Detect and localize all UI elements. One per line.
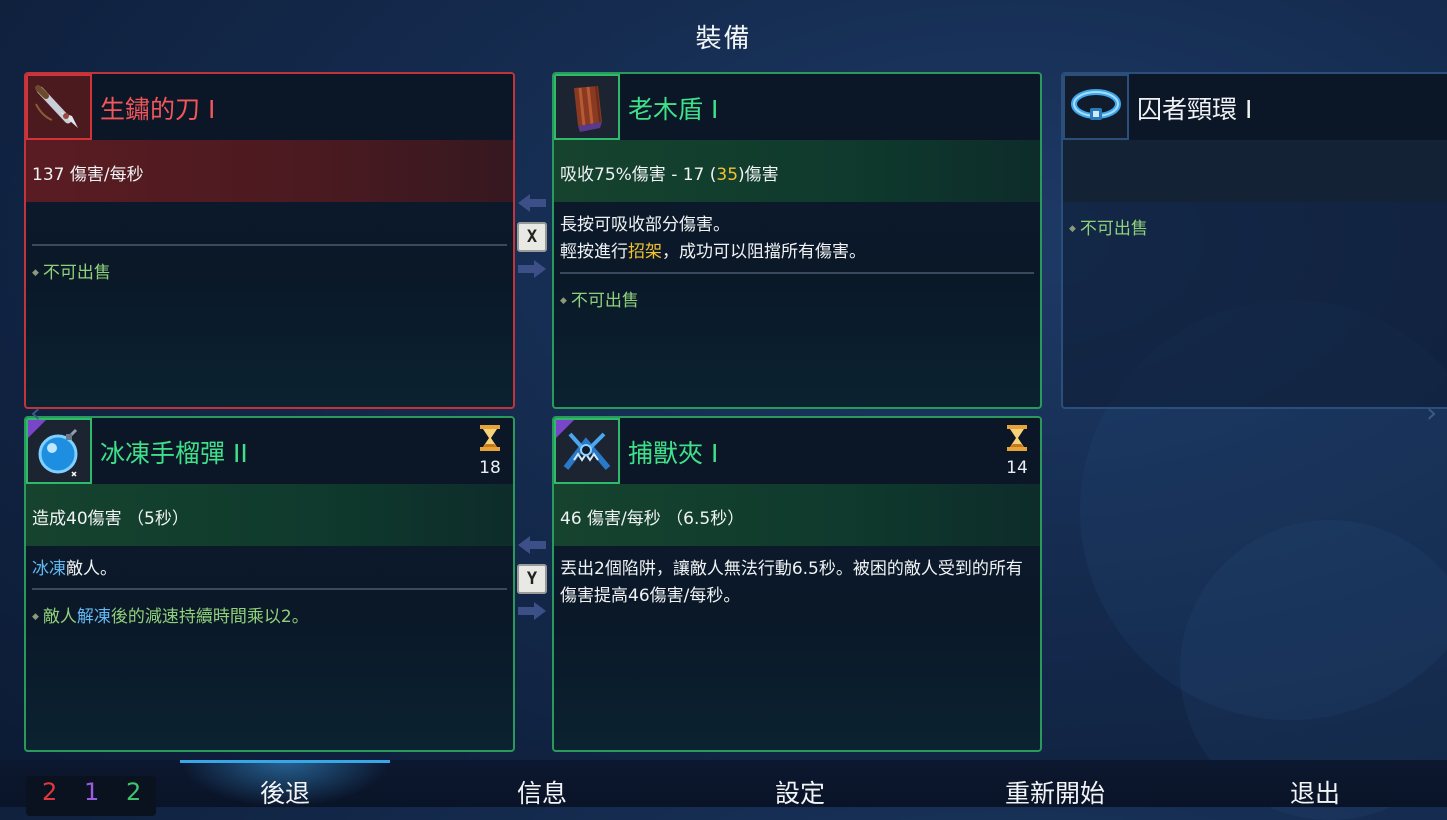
active-nav-indicator [180,760,390,763]
amulet-slot[interactable]: 囚者頸環 I ◆ 不可出售 [1061,72,1447,409]
note-text: 不可出售 [1079,219,1148,239]
item-description: 丟出2個陷阱，讓敵人無法行動6.5秒。被困的敵人受到的所有傷害提高46傷害/每秒… [560,559,1023,606]
item-name: 冰凍手榴彈 II [100,439,248,468]
item-note: ◆ 不可出售 [32,258,111,283]
stat-band: 吸收75%傷害 - 17 (35)傷害 [554,140,1040,202]
item-stat: 吸收75%傷害 - 17 (35)傷害 [560,160,779,185]
note-text: 不可出售 [42,263,111,283]
note-keyword: 解凍 [76,607,111,627]
stat-band [1063,140,1447,202]
note-text: 不可出售 [570,291,639,311]
nav-settings[interactable]: 設定 [775,774,825,810]
bullet-icon: ◆ [32,268,39,278]
stat-prefix: 吸收75%傷害 - 17 ( [560,165,717,185]
footer-nav: 2 1 2 後退 信息 設定 重新開始 退出 [0,760,1447,816]
item-description: 長按可吸收部分傷害。 輕按進行招架，成功可以阻擋所有傷害。 [560,212,1034,266]
brutality-counter: 2 [42,778,58,806]
note-text: 後的減速持續時間乘以2。 [110,607,309,627]
chevron-left-icon[interactable]: ‹ [30,396,41,429]
card-header: 生鏽的刀 I [26,74,513,140]
item-stat: 137 傷害/每秒 [32,165,144,185]
screen-title: 裝備 [695,24,752,54]
card-header: 捕獸夾 I 14 [554,418,1040,484]
rarity-corner-icon [556,420,574,438]
nav-restart[interactable]: 重新開始 [1005,774,1105,810]
skill-slot-right[interactable]: 捕獸夾 I 14 46 傷害/每秒 （6.5秒） 丟出2個陷阱，讓敵人無法行動6… [552,416,1042,752]
desc-text: ，成功可以阻擋所有傷害。 [662,242,866,262]
skill-slot-left[interactable]: 冰凍手榴彈 II 18 造成40傷害 （5秒） 冰凍敵人。 ◆ 敵人解凍後的減速持… [24,416,515,752]
desc-keyword: 冰凍 [32,559,66,579]
amulet-icon [1063,74,1129,140]
desc-keyword: 招架 [628,242,662,262]
swap-weapons-control[interactable]: X [516,192,552,284]
hourglass-icon [480,425,500,451]
stat-highlight: 35 [716,165,739,185]
divider [560,272,1034,274]
survival-counter: 2 [126,778,142,806]
card-header: 囚者頸環 I [1063,74,1447,140]
item-name: 生鏽的刀 I [100,95,216,124]
desc-line: 長按可吸收部分傷害。 [560,215,730,235]
item-stat: 造成40傷害 （5秒） [32,509,189,529]
nav-quit[interactable]: 退出 [1290,774,1340,810]
divider [32,244,507,246]
stat-band: 46 傷害/每秒 （6.5秒） [554,484,1040,546]
nav-back[interactable]: 後退 [260,774,310,810]
item-description: 冰凍敵人。 [32,556,507,583]
swap-skills-control[interactable]: Y [516,534,552,626]
item-note: ◆ 敵人解凍後的減速持續時間乘以2。 [32,602,309,627]
stat-band: 137 傷害/每秒 [26,140,513,202]
bullet-icon: ◆ [1069,224,1076,234]
item-note: ◆ 不可出售 [560,286,639,311]
arrow-right-icon [518,602,546,620]
weapon-slot-primary[interactable]: 生鏽的刀 I 137 傷害/每秒 ◆ 不可出售 [24,72,515,409]
cooldown-timer: 14 [1002,424,1032,478]
stat-suffix: )傷害 [738,165,779,185]
bear-trap-icon [554,418,620,484]
wooden-shield-icon [554,74,620,140]
swap-key-x[interactable]: X [517,222,547,252]
bullet-icon: ◆ [32,612,39,622]
card-header: 冰凍手榴彈 II 18 [26,418,513,484]
bullet-icon: ◆ [560,296,567,306]
weapon-slot-secondary[interactable]: 老木盾 I 吸收75%傷害 - 17 (35)傷害 長按可吸收部分傷害。 輕按進… [552,72,1042,409]
desc-line: 輕按進行招架，成功可以阻擋所有傷害。 [560,239,1034,266]
arrow-left-icon [518,536,546,554]
divider [32,588,507,590]
item-name: 老木盾 I [628,95,719,124]
swap-key-y[interactable]: Y [517,564,547,594]
chevron-right-icon[interactable]: › [1426,396,1437,429]
tactics-counter: 1 [84,778,100,806]
cooldown-seconds: 18 [479,458,501,478]
card-header: 老木盾 I [554,74,1040,140]
item-name: 捕獸夾 I [628,439,719,468]
item-note: ◆ 不可出售 [1069,214,1148,239]
arrow-left-icon [518,194,546,212]
cooldown-timer: 18 [475,424,505,478]
nav-info[interactable]: 信息 [517,774,567,810]
item-name: 囚者頸環 I [1137,95,1253,124]
hourglass-icon [1007,425,1027,451]
desc-text: 輕按進行 [560,242,628,262]
desc-text: 敵人。 [66,559,117,579]
arrow-right-icon [518,260,546,278]
note-text: 敵人 [42,607,77,627]
cooldown-seconds: 14 [1006,458,1028,478]
stat-band: 造成40傷害 （5秒） [26,484,513,546]
scroll-counters: 2 1 2 [26,776,156,816]
rusty-sword-icon [26,74,92,140]
item-stat: 46 傷害/每秒 （6.5秒） [560,509,745,529]
